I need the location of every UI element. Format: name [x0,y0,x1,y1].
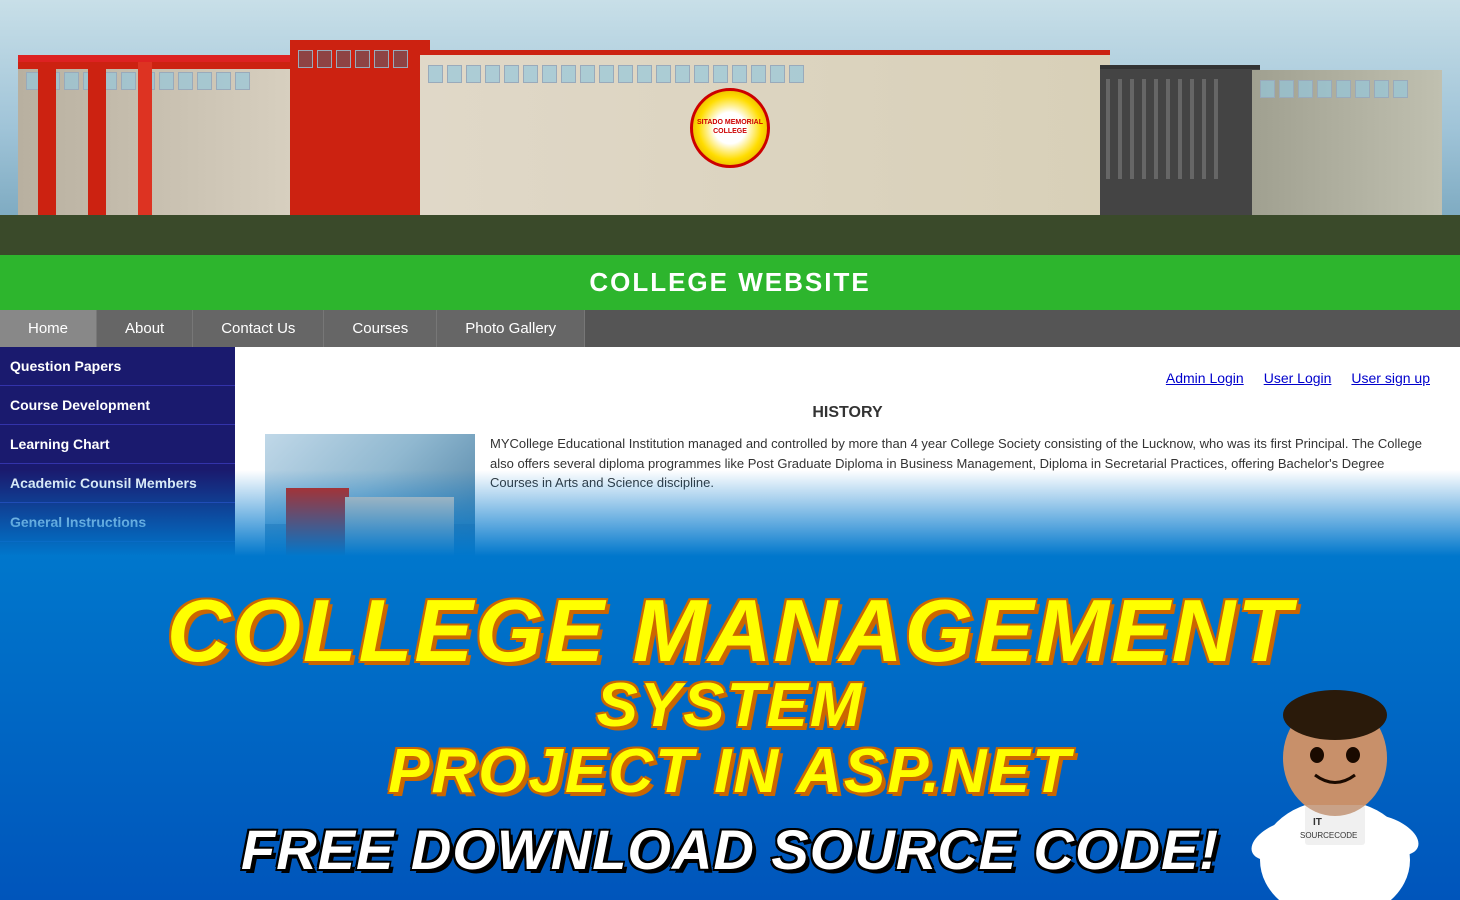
sidebar-item-course-development[interactable]: Course Development [0,386,235,425]
facade-stripe [1166,79,1170,179]
building-window [159,72,174,90]
building-window [1355,80,1370,98]
building-window [542,65,557,83]
promo-title-line3: PROJECT IN ASP.NET [388,736,1072,807]
promo-title-line2: SYSTEM [597,670,864,741]
building-facade-right-dark [1100,65,1260,220]
building-window [637,65,652,83]
svg-text:SOURCECODE: SOURCECODE [1300,831,1357,840]
college-logo: SITADO MEMORIAL COLLEGE [690,88,770,168]
building-window [618,65,633,83]
building-window [1260,80,1275,98]
building-window [428,65,443,83]
user-login-link[interactable]: User Login [1264,370,1332,386]
building-window [485,65,500,83]
facade-stripe [1190,79,1194,179]
building-window [1298,80,1313,98]
history-title: HISTORY [265,404,1430,422]
building-window [523,65,538,83]
facade-stripe [1214,79,1218,179]
navigation-bar: Home About Contact Us Courses Photo Gall… [0,310,1460,347]
building-window [713,65,728,83]
promo-free-download: FREE DOWNLOAD SOURCE CODE! [241,817,1219,882]
building-facade-left [18,55,298,220]
sidebar-item-learning-chart[interactable]: Learning Chart [0,425,235,464]
building-window [694,65,709,83]
building-ground [0,215,1460,255]
building-window [656,65,671,83]
facade-stripe [1130,79,1134,179]
svg-text:IT: IT [1313,817,1322,828]
building-window [599,65,614,83]
sidebar-item-question-papers[interactable]: Question Papers [0,347,235,386]
building-window [770,65,785,83]
building-window [336,50,351,68]
promo-title-line1: COLLEGE MANAGEMENT [167,587,1293,675]
college-banner: SITADO MEMORIAL COLLEGE [0,0,1460,255]
building-facade-center-red [290,40,430,220]
building-window [235,72,250,90]
building-window [317,50,332,68]
building-window [374,50,389,68]
user-signup-link[interactable]: User sign up [1351,370,1430,386]
building-window [789,65,804,83]
building-window [675,65,690,83]
building-window [178,72,193,90]
building-window [1393,80,1408,98]
building-window [1279,80,1294,98]
login-links-bar: Admin Login User Login User sign up [250,362,1445,394]
nav-courses[interactable]: Courses [324,310,437,347]
person-image: IT SOURCECODE [1210,550,1460,900]
facade-red-pillar [38,62,56,220]
nav-gallery[interactable]: Photo Gallery [437,310,585,347]
building-window [216,72,231,90]
facade-stripe [1142,79,1146,179]
facade-stripe [1178,79,1182,179]
building-window [1336,80,1351,98]
page-wrapper: SITADO MEMORIAL COLLEGE COLLEGE WEBSITE … [0,0,1460,900]
building-window [580,65,595,83]
nav-home[interactable]: Home [0,310,97,347]
nav-about[interactable]: About [97,310,193,347]
facade-red-pillar [88,62,106,220]
building-window [732,65,747,83]
facade-stripe [1106,79,1110,179]
person-svg: IT SOURCECODE [1225,580,1445,900]
building-window [1317,80,1332,98]
green-header-bar: COLLEGE WEBSITE [0,255,1460,310]
building-window [504,65,519,83]
logo-text: SITADO MEMORIAL COLLEGE [693,119,767,136]
building-facade-right [1252,70,1442,220]
facade-red-pillar [138,62,152,220]
facade-red-stripe [18,62,298,69]
building-window [64,72,79,90]
building-window [197,72,212,90]
facade-stripe [1154,79,1158,179]
building-window [1374,80,1389,98]
facade-stripe [1118,79,1122,179]
college-title: COLLEGE WEBSITE [589,267,870,297]
nav-contact[interactable]: Contact Us [193,310,324,347]
building-window [355,50,370,68]
building-window [298,50,313,68]
building-window [751,65,766,83]
building-window [561,65,576,83]
building-window [121,72,136,90]
facade-stripe [1202,79,1206,179]
admin-login-link[interactable]: Admin Login [1166,370,1244,386]
building-window [466,65,481,83]
building-window [447,65,462,83]
building-window [393,50,408,68]
